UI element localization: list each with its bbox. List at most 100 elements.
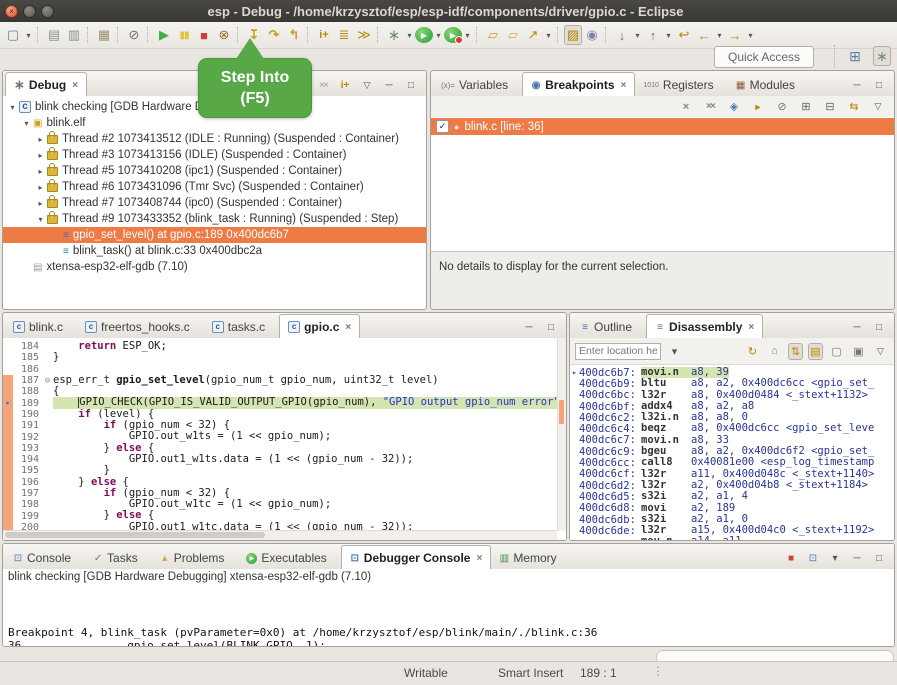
instruction-pointer-icon[interactable] — [3, 488, 13, 499]
debug-tree-item[interactable]: ▸ Thread #6 1073431096 (Tmr Svc) (Suspen… — [3, 179, 426, 195]
code-line[interactable]: 194 GPIO.out1_w1ts.data = (1 << (gpio_nu… — [3, 454, 566, 465]
code-line[interactable]: 184 return ESP_OK; — [3, 341, 566, 352]
view-menu-icon[interactable]: ▽ — [870, 99, 886, 115]
minimize-window-button[interactable] — [23, 5, 36, 18]
line-number[interactable]: 192 — [13, 432, 42, 443]
skip-all-breakpoints-icon[interactable]: ⊘ — [124, 25, 144, 45]
debug-perspective-icon[interactable]: ∗ — [873, 46, 891, 66]
line-number[interactable]: 189 — [13, 398, 42, 409]
breakpoint-checkbox[interactable]: ✓ — [436, 120, 449, 133]
code-text[interactable]: GPIO_CHECK(GPIO_IS_VALID_OUTPUT_GPIO(gpi… — [53, 397, 566, 408]
minimize-view-icon[interactable]: ─ — [522, 320, 536, 334]
change-marker[interactable] — [559, 400, 564, 424]
tab-memory[interactable]: ▥ Memory — [491, 547, 570, 569]
debug-tree-item[interactable]: ▸ Thread #7 1073408744 (ipc0) (Suspended… — [3, 195, 426, 211]
disassembly-row[interactable]: 400dc6b9: bltua8, a2, 0x400dc6cc <gpio_s… — [570, 378, 894, 389]
mark-occurrences-icon[interactable]: ▨ — [564, 25, 582, 45]
expand-all-icon[interactable]: ⊞ — [798, 99, 814, 115]
instruction-stepping-toggle-icon[interactable]: i+ — [338, 78, 352, 92]
code-text[interactable]: GPIO.out1_w1ts.data = (1 << (gpio_num - … — [53, 454, 566, 465]
terminate-icon[interactable]: ■ — [194, 25, 214, 45]
instruction-pointer-icon[interactable] — [3, 443, 13, 454]
instruction-pointer-icon[interactable] — [3, 341, 13, 352]
toolbar-separator[interactable] — [557, 27, 561, 43]
instruction-pointer-icon[interactable] — [3, 386, 13, 397]
code-line[interactable]: 191 if (gpio_num < 32) { — [3, 420, 566, 431]
code-line[interactable]: 195 } — [3, 465, 566, 476]
toolbar-separator[interactable] — [476, 27, 480, 43]
debug-tree-item[interactable]: ▤ xtensa-esp32-elf-gdb (7.10) — [3, 259, 426, 275]
sync-with-pc-icon[interactable]: ⇅ — [788, 343, 803, 360]
code-text[interactable]: if (gpio_num < 32) { — [53, 420, 566, 431]
instruction-pointer-icon[interactable] — [3, 375, 13, 386]
maximize-view-icon[interactable]: □ — [544, 320, 558, 334]
next-annotation-icon[interactable]: ↓ — [612, 25, 632, 45]
code-text[interactable]: return ESP_OK; — [53, 341, 566, 352]
code-text[interactable]: if (level) { — [53, 409, 566, 420]
expander-icon[interactable]: ▾ — [21, 119, 32, 128]
forward-icon[interactable]: → — [725, 25, 745, 45]
toolbar-separator[interactable] — [87, 27, 91, 43]
toolbar-separator[interactable] — [147, 27, 151, 43]
expander-icon[interactable]: ▸ — [35, 135, 46, 144]
line-number[interactable]: 184 — [13, 341, 42, 352]
instruction-pointer-icon[interactable] — [3, 499, 13, 510]
code-line[interactable]: 192 GPIO.out_w1ts = (1 << gpio_num); — [3, 431, 566, 442]
maximize-view-icon[interactable]: □ — [872, 551, 886, 565]
disassembly-row[interactable]: ▸ 400dc6b7: movi.na8, 39 — [570, 367, 894, 378]
debug-tree-item[interactable]: ▸ Thread #3 1073413156 (IDLE) (Suspended… — [3, 147, 426, 163]
line-number[interactable]: 191 — [13, 420, 42, 431]
code-text[interactable]: } else { — [53, 443, 566, 454]
dropdown-arrow-icon[interactable]: ▾ — [543, 25, 554, 45]
debug-tree-item[interactable]: ▸ Thread #5 1073410208 (ipc1) (Suspended… — [3, 163, 426, 179]
dropdown-arrow-icon[interactable]: ▾ — [462, 25, 473, 45]
disassembly-row[interactable]: mov.na14, a11 — [570, 536, 894, 540]
show-breakpoints-supported-icon[interactable]: ◈ — [726, 99, 742, 115]
back-icon[interactable]: ← — [694, 25, 714, 45]
dropdown-arrow-icon[interactable]: ▾ — [433, 25, 444, 45]
maximize-view-icon[interactable]: □ — [872, 320, 886, 334]
line-number[interactable]: 193 — [13, 443, 42, 454]
minimize-view-icon[interactable]: ─ — [850, 78, 864, 92]
debug-tree-item[interactable]: ≡ blink_task() at blink.c:33 0x400dbc2a — [3, 243, 426, 259]
maximize-window-button[interactable] — [41, 5, 54, 18]
toolbar-separator[interactable] — [117, 27, 121, 43]
minimize-view-icon[interactable]: ─ — [382, 78, 396, 92]
instruction-pointer-icon[interactable] — [3, 477, 13, 488]
disassembly-row[interactable]: 400dc6cf: l32ra11, 0x400d048c <_stext+11… — [570, 469, 894, 480]
code-line[interactable]: 190 if (level) { — [3, 409, 566, 420]
instruction-pointer-icon[interactable] — [3, 352, 13, 363]
disassembly-listing[interactable]: ▸ 400dc6b7: movi.na8, 39 400dc6b9: bltua… — [570, 365, 894, 540]
skip-all-breakpoints-icon[interactable]: ⊘ — [774, 99, 790, 115]
code-text[interactable]: if (gpio_num < 32) { — [53, 488, 566, 499]
toolbar-separator[interactable] — [307, 27, 311, 43]
expander-icon[interactable]: ▾ — [35, 215, 46, 224]
previous-annotation-icon[interactable]: ↑ — [643, 25, 663, 45]
location-input[interactable] — [575, 343, 661, 360]
dropdown-arrow-icon[interactable]: ▾ — [632, 25, 643, 45]
instruction-stepping-icon[interactable]: i+ — [314, 25, 334, 45]
code-text[interactable]: GPIO.out_w1ts = (1 << gpio_num); — [53, 431, 566, 442]
step-over-icon[interactable]: ↷ — [264, 25, 284, 45]
dropdown-arrow-icon[interactable]: ▾ — [745, 25, 756, 45]
tab-breakpoints[interactable]: ◉ Breakpoints × — [522, 72, 635, 97]
disassembly-row[interactable]: 400dc6db: s32ia2, a1, 0 — [570, 514, 894, 525]
line-number[interactable]: 185 — [13, 352, 42, 363]
close-window-button[interactable]: × — [5, 5, 18, 18]
remove-breakpoint-icon[interactable]: × — [678, 99, 694, 115]
line-number[interactable]: 188 — [13, 386, 42, 397]
dropdown-arrow-icon[interactable]: ▾ — [663, 25, 674, 45]
code-text[interactable]: } else { — [53, 510, 566, 521]
line-number[interactable]: 190 — [13, 409, 42, 420]
code-line[interactable]: 188 { — [3, 386, 566, 397]
disassembly-row[interactable]: 400dc6bf: addx4a8, a2, a8 — [570, 401, 894, 412]
tab-gpio-c[interactable]: c gpio.c × — [279, 314, 360, 339]
code-line[interactable]: 193 } else { — [3, 443, 566, 454]
tab-console[interactable]: ⊡ Console — [5, 547, 85, 569]
code-line[interactable]: 198 GPIO.out_w1tc = (1 << gpio_num); — [3, 499, 566, 510]
toolbar-separator[interactable] — [605, 27, 609, 43]
code-line[interactable]: 199 } else { — [3, 510, 566, 521]
build-icon[interactable]: ▦ — [94, 25, 114, 45]
code-text[interactable]: } else { — [53, 477, 566, 488]
close-tab-icon[interactable]: × — [621, 80, 627, 91]
